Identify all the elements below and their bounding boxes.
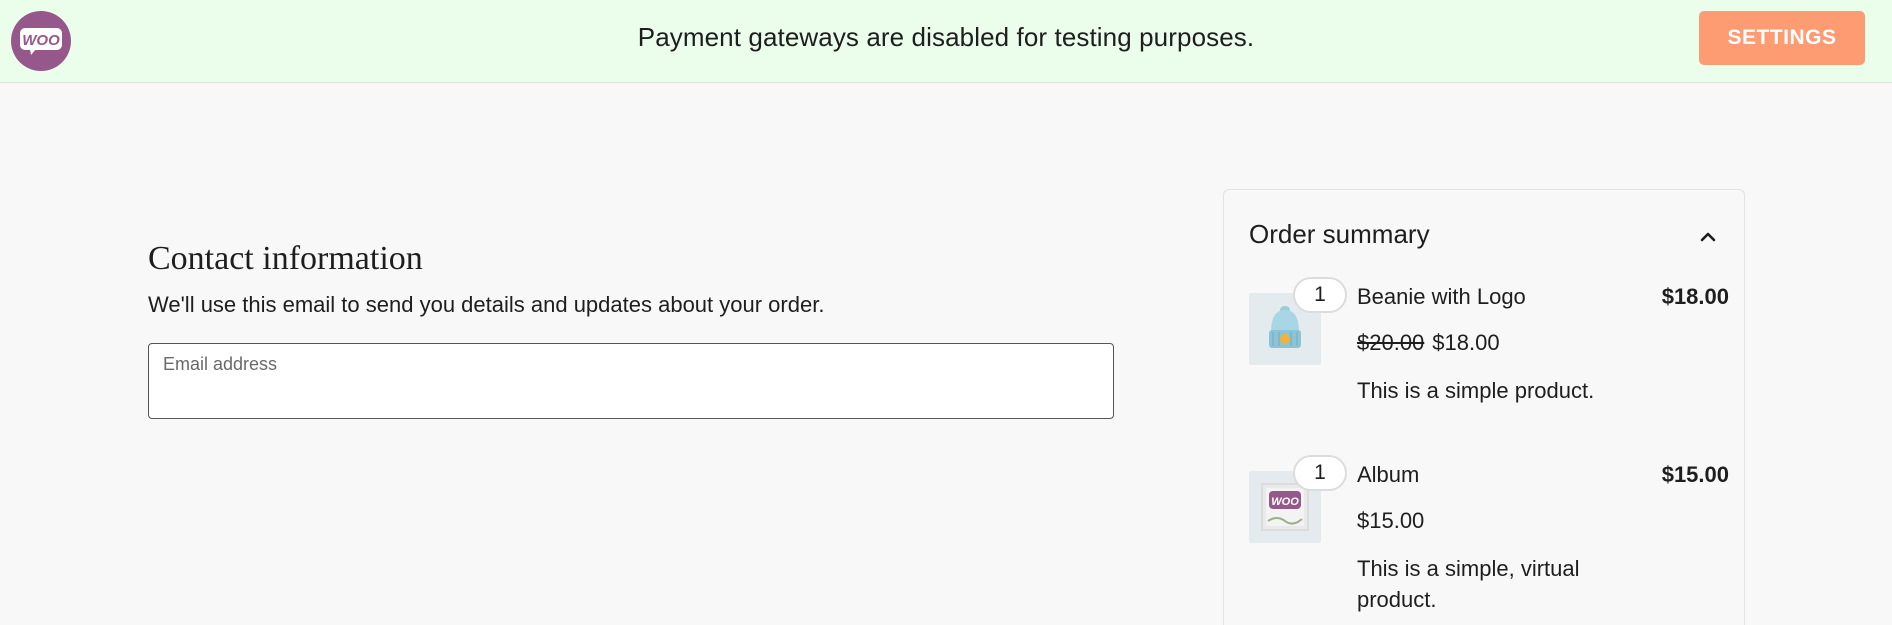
email-field[interactable]: Email address [148, 343, 1114, 419]
product-description: This is a simple, virtual product. [1357, 556, 1580, 612]
chevron-up-icon[interactable] [1697, 226, 1719, 248]
order-summary-panel: Order summary 1 Beanie with Logo $18.00 … [1223, 189, 1745, 625]
store-notice-bar: WOO Payment gateways are disabled for te… [0, 0, 1892, 83]
product-name: Album [1357, 462, 1420, 487]
price-row: $15.00 [1357, 508, 1424, 534]
email-field-label: Email address [163, 354, 278, 374]
quantity-badge: 1 [1293, 277, 1347, 313]
quantity-badge: 1 [1293, 455, 1347, 491]
sale-price: $18.00 [1432, 330, 1500, 355]
sale-price: $15.00 [1357, 508, 1425, 533]
line-total: $18.00 [1661, 284, 1729, 309]
contact-information-description: We'll use this email to send you details… [148, 292, 825, 317]
line-total: $15.00 [1661, 462, 1729, 487]
svg-text:WOO: WOO [1271, 496, 1299, 508]
price-row: $20.00 $18.00 [1357, 330, 1500, 356]
product-description: This is a simple product. [1357, 378, 1595, 403]
product-name: Beanie with Logo [1357, 284, 1526, 309]
regular-price: $20.00 [1357, 330, 1425, 355]
notice-message: Payment gateways are disabled for testin… [637, 22, 1255, 52]
settings-button[interactable]: SETTINGS [1699, 11, 1865, 65]
order-summary-title[interactable]: Order summary [1249, 219, 1430, 250]
contact-information-heading: Contact information [148, 240, 423, 277]
beanie-icon [1269, 306, 1301, 348]
